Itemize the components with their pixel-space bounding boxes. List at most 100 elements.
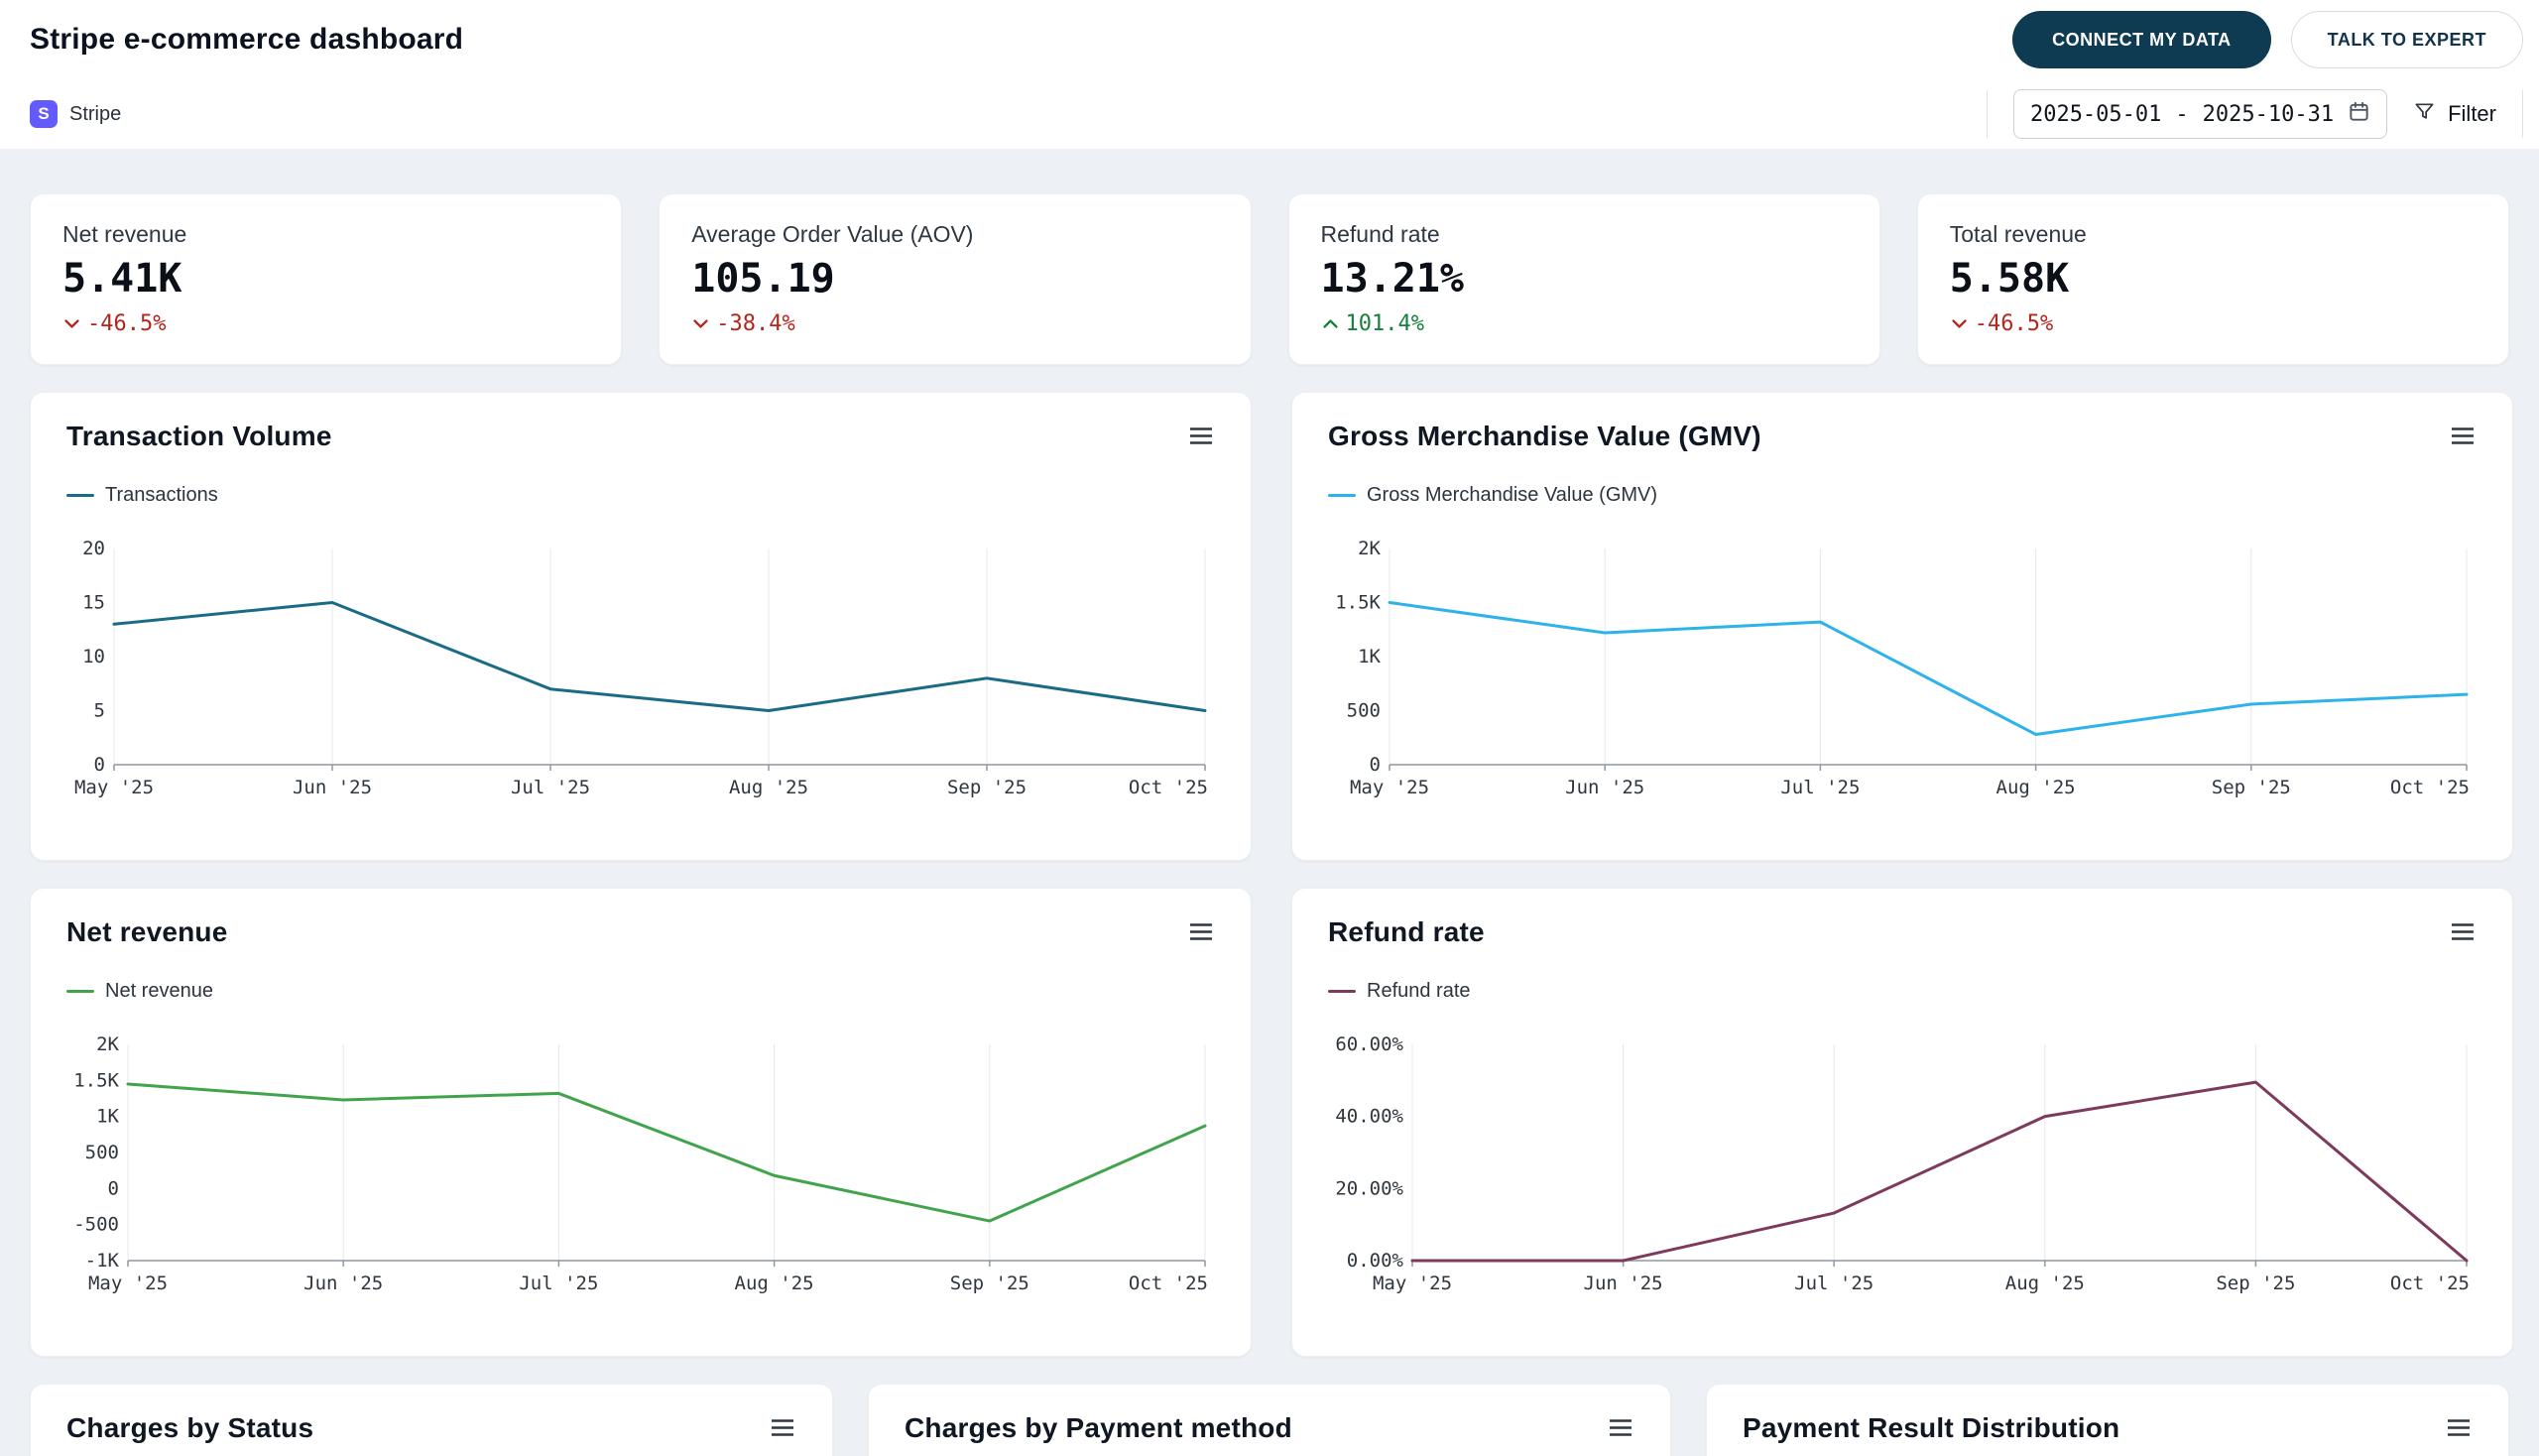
chart-card-payment-result-distribution: Payment Result Distribution bbox=[1706, 1384, 2509, 1456]
connect-my-data-button[interactable]: CONNECT MY DATA bbox=[2012, 11, 2271, 68]
date-to-value: 2025-10-31 bbox=[2203, 102, 2334, 127]
chart-title: Charges by Payment method bbox=[905, 1412, 1292, 1444]
line-chart-svg: -1K-50005001K1.5K2KMay '25Jun '25Jul '25… bbox=[66, 1036, 1215, 1302]
chart-card-header: Net revenue bbox=[66, 916, 1215, 950]
kpi-value: 105.19 bbox=[691, 256, 1218, 302]
chart-menu-icon[interactable] bbox=[2449, 916, 2477, 950]
svg-text:20.00%: 20.00% bbox=[1335, 1177, 1403, 1199]
svg-text:500: 500 bbox=[1347, 700, 1381, 722]
date-separator: - bbox=[2175, 102, 2188, 127]
chart-card-header: Charges by Payment method bbox=[905, 1412, 1634, 1446]
chevron-up-icon bbox=[1321, 314, 1340, 333]
chart-menu-icon[interactable] bbox=[1187, 916, 1215, 950]
kpi-card-net-revenue: Net revenue 5.41K -46.5% bbox=[30, 193, 622, 365]
talk-to-expert-button[interactable]: TALK TO EXPERT bbox=[2291, 11, 2523, 68]
chart-legend[interactable]: Net revenue bbox=[66, 980, 1215, 1003]
legend-swatch bbox=[66, 494, 94, 497]
legend-label: Refund rate bbox=[1367, 980, 1471, 1003]
kpi-value: 5.58K bbox=[1950, 256, 2477, 302]
svg-text:Sep '25: Sep '25 bbox=[2212, 777, 2291, 798]
kpi-label: Refund rate bbox=[1321, 221, 1848, 248]
kpi-label: Total revenue bbox=[1950, 221, 2477, 248]
chart-card-charges-by-status: Charges by Status bbox=[30, 1384, 833, 1456]
svg-text:20: 20 bbox=[82, 541, 105, 559]
chart-menu-icon[interactable] bbox=[1607, 1412, 1634, 1446]
date-from-value: 2025-05-01 bbox=[2030, 102, 2161, 127]
svg-text:Jul '25: Jul '25 bbox=[511, 777, 590, 798]
chevron-down-icon bbox=[691, 314, 710, 333]
kpi-row: Net revenue 5.41K -46.5% Average Order V… bbox=[30, 193, 2509, 365]
svg-text:Oct '25: Oct '25 bbox=[1129, 1273, 1208, 1294]
legend-label: Net revenue bbox=[105, 980, 213, 1003]
svg-text:60.00%: 60.00% bbox=[1335, 1036, 1403, 1055]
date-range-picker[interactable]: 2025-05-01 - 2025-10-31 bbox=[2013, 89, 2387, 139]
svg-text:Sep '25: Sep '25 bbox=[947, 777, 1027, 798]
header: Stripe e-commerce dashboard CONNECT MY D… bbox=[0, 0, 2539, 149]
chart-title: Net revenue bbox=[66, 916, 228, 948]
svg-text:Oct '25: Oct '25 bbox=[2390, 777, 2470, 798]
svg-text:1K: 1K bbox=[96, 1106, 119, 1128]
svg-text:Aug '25: Aug '25 bbox=[735, 1273, 814, 1294]
chart-menu-icon[interactable] bbox=[1187, 421, 1215, 454]
chart-card-gmv: Gross Merchandise Value (GMV) Gross Merc… bbox=[1291, 392, 2513, 861]
svg-text:Jul '25: Jul '25 bbox=[1780, 777, 1860, 798]
line-chart-svg: 05001K1.5K2KMay '25Jun '25Jul '25Aug '25… bbox=[1328, 541, 2477, 806]
vertical-divider bbox=[1987, 90, 1988, 138]
chart-legend[interactable]: Gross Merchandise Value (GMV) bbox=[1328, 484, 2477, 507]
svg-text:May '25: May '25 bbox=[74, 777, 154, 798]
kpi-delta: -46.5% bbox=[62, 311, 589, 336]
svg-text:Jul '25: Jul '25 bbox=[1794, 1273, 1874, 1294]
chart-card-transaction-volume: Transaction Volume Transactions 05101520… bbox=[30, 392, 1252, 861]
line-chart-transaction-volume[interactable]: 05101520May '25Jun '25Jul '25Aug '25Sep … bbox=[66, 541, 1215, 806]
chart-title: Gross Merchandise Value (GMV) bbox=[1328, 421, 1761, 452]
dashboard-main: Net revenue 5.41K -46.5% Average Order V… bbox=[0, 149, 2539, 1456]
line-chart-svg: 05101520May '25Jun '25Jul '25Aug '25Sep … bbox=[66, 541, 1215, 806]
charts-row-2: Net revenue Net revenue -1K-50005001K1.5… bbox=[30, 888, 2509, 1357]
header-top-row: Stripe e-commerce dashboard CONNECT MY D… bbox=[30, 0, 2523, 79]
svg-text:Jul '25: Jul '25 bbox=[519, 1273, 598, 1294]
svg-text:May '25: May '25 bbox=[88, 1273, 168, 1294]
filter-label: Filter bbox=[2448, 101, 2496, 127]
calendar-icon bbox=[2348, 100, 2370, 129]
svg-text:Aug '25: Aug '25 bbox=[2005, 1273, 2085, 1294]
chart-card-header: Payment Result Distribution bbox=[1743, 1412, 2473, 1446]
svg-text:1K: 1K bbox=[1358, 646, 1381, 667]
line-chart-refund-rate[interactable]: 0.00%20.00%40.00%60.00%May '25Jun '25Jul… bbox=[1328, 1036, 2477, 1302]
line-chart-net-revenue[interactable]: -1K-50005001K1.5K2KMay '25Jun '25Jul '25… bbox=[66, 1036, 1215, 1302]
chart-card-header: Refund rate bbox=[1328, 916, 2477, 950]
chart-legend[interactable]: Refund rate bbox=[1328, 980, 2477, 1003]
svg-text:Oct '25: Oct '25 bbox=[2390, 1273, 2470, 1294]
svg-text:0: 0 bbox=[94, 754, 105, 776]
chart-title: Charges by Status bbox=[66, 1412, 313, 1444]
svg-text:0: 0 bbox=[108, 1177, 119, 1199]
svg-text:1.5K: 1.5K bbox=[73, 1069, 119, 1091]
chart-menu-icon[interactable] bbox=[769, 1412, 796, 1446]
legend-swatch bbox=[1328, 494, 1356, 497]
kpi-delta-value: -46.5% bbox=[1975, 311, 2053, 336]
svg-text:Jun '25: Jun '25 bbox=[293, 777, 372, 798]
kpi-delta-value: 101.4% bbox=[1346, 311, 1424, 336]
chart-title: Payment Result Distribution bbox=[1743, 1412, 2119, 1444]
line-chart-gmv[interactable]: 05001K1.5K2KMay '25Jun '25Jul '25Aug '25… bbox=[1328, 541, 2477, 806]
svg-text:May '25: May '25 bbox=[1373, 1273, 1452, 1294]
svg-text:-500: -500 bbox=[73, 1214, 119, 1236]
chart-card-refund-rate: Refund rate Refund rate 0.00%20.00%40.00… bbox=[1291, 888, 2513, 1357]
kpi-delta: -46.5% bbox=[1950, 311, 2477, 336]
svg-text:Aug '25: Aug '25 bbox=[1996, 777, 2076, 798]
filter-button[interactable]: Filter bbox=[2413, 100, 2496, 129]
chart-card-header: Gross Merchandise Value (GMV) bbox=[1328, 421, 2477, 454]
chart-legend[interactable]: Transactions bbox=[66, 484, 1215, 507]
svg-text:-1K: -1K bbox=[85, 1250, 120, 1272]
source-label: Stripe bbox=[69, 103, 121, 126]
chart-menu-icon[interactable] bbox=[2449, 421, 2477, 454]
chart-card-header: Transaction Volume bbox=[66, 421, 1215, 454]
chart-menu-icon[interactable] bbox=[2445, 1412, 2473, 1446]
data-source: S Stripe bbox=[30, 100, 121, 128]
kpi-card-total-revenue: Total revenue 5.58K -46.5% bbox=[1917, 193, 2509, 365]
svg-text:2K: 2K bbox=[1358, 541, 1381, 559]
svg-text:Oct '25: Oct '25 bbox=[1129, 777, 1208, 798]
svg-text:Jun '25: Jun '25 bbox=[1565, 777, 1644, 798]
svg-text:5: 5 bbox=[94, 700, 105, 722]
kpi-value: 13.21% bbox=[1321, 256, 1848, 302]
chevron-down-icon bbox=[62, 314, 81, 333]
